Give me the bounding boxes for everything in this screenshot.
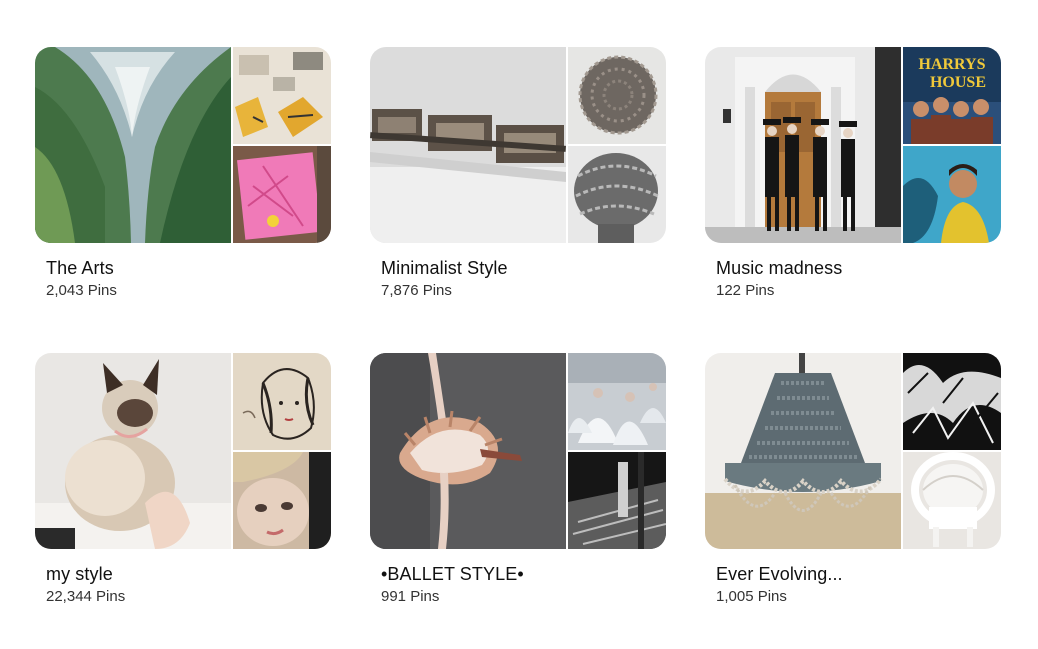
board-card-ever-evolving[interactable]: Ever Evolving... 1,005 Pins — [705, 353, 1001, 606]
board-cover-image — [233, 146, 331, 243]
board-cover-image — [233, 353, 331, 450]
board-title[interactable]: Minimalist Style — [381, 257, 666, 279]
board-pin-count: 1,005 Pins — [716, 588, 787, 605]
board-cover-image-album-harrys-house: HARRYS HOUSE — [903, 47, 1001, 144]
board-cover-main-image — [705, 353, 901, 549]
board-title[interactable]: Ever Evolving... — [716, 563, 1001, 585]
board-cover[interactable] — [705, 353, 1001, 549]
board-pin-count: 22,344 Pins — [46, 588, 126, 605]
board-title[interactable]: •BALLET STYLE• — [381, 563, 666, 585]
board-title[interactable]: my style — [46, 563, 331, 585]
board-cover-main-image — [370, 47, 566, 243]
board-cover[interactable] — [370, 353, 666, 549]
board-title[interactable]: Music madness — [716, 257, 1001, 279]
board-cover-image — [903, 146, 1001, 243]
board-pin-count: 122 Pins — [716, 282, 775, 299]
board-cover[interactable]: HARRYS HOUSE — [705, 47, 1001, 243]
board-pin-count: 991 Pins — [381, 588, 440, 605]
board-card-minimalist-style[interactable]: Minimalist Style 7,876 Pins — [370, 47, 666, 300]
board-pin-count: 7,876 Pins — [381, 282, 452, 299]
board-cover-image — [903, 353, 1001, 450]
board-pin-count: 2,043 Pins — [46, 282, 117, 299]
board-card-the-arts[interactable]: The Arts 2,043 Pins — [35, 47, 331, 300]
board-title[interactable]: The Arts — [46, 257, 331, 279]
board-cover[interactable] — [35, 353, 331, 549]
board-card-music-madness[interactable]: HARRYS HOUSE Music madness 122 Pins — [705, 47, 1001, 300]
board-card-my-style[interactable]: my style 22,344 Pins — [35, 353, 331, 606]
board-cover-main-image — [35, 47, 231, 243]
board-cover-image — [233, 452, 331, 549]
board-cover-main-image — [370, 353, 566, 549]
board-cover-image — [568, 146, 666, 243]
board-cover-image — [233, 47, 331, 144]
board-card-ballet-style[interactable]: •BALLET STYLE• 991 Pins — [370, 353, 666, 606]
board-cover[interactable] — [35, 47, 331, 243]
board-cover-image — [568, 353, 666, 450]
album-title-text: HOUSE — [930, 74, 986, 91]
album-title-text: HARRYS — [919, 56, 986, 73]
board-cover[interactable] — [370, 47, 666, 243]
board-cover-main-image — [35, 353, 231, 549]
board-cover-image — [903, 452, 1001, 549]
board-cover-image — [568, 47, 666, 144]
board-cover-main-image — [705, 47, 901, 243]
board-cover-image — [568, 452, 666, 549]
boards-grid: The Arts 2,043 Pins Minimalist Style 7,8… — [0, 0, 1038, 649]
